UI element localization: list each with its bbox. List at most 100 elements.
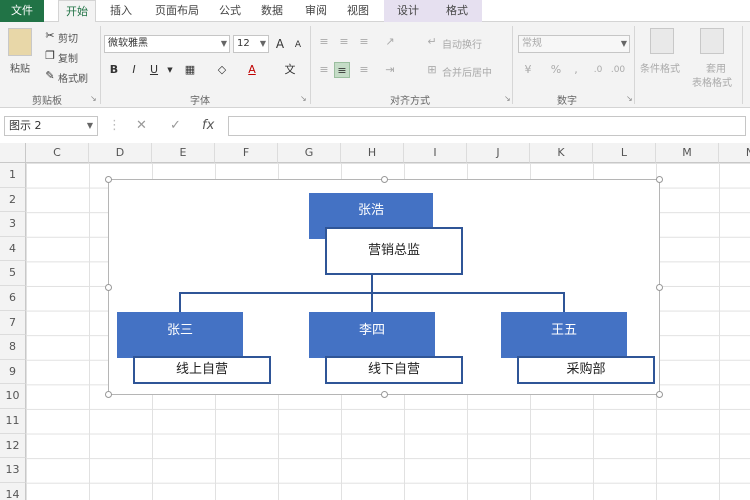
column-header[interactable]: C — [26, 143, 89, 163]
borders-icon[interactable]: ▦ — [182, 62, 198, 78]
paste-icon[interactable] — [8, 28, 32, 56]
orientation-icon[interactable]: ↗ — [382, 34, 398, 50]
column-header[interactable]: G — [278, 143, 341, 163]
tab-review[interactable]: 审阅 — [298, 0, 334, 22]
row-header[interactable]: 12 — [0, 433, 26, 459]
increase-decimal-icon[interactable]: .0 — [590, 62, 606, 78]
copy-button[interactable]: 复制 — [58, 50, 78, 65]
resize-handle[interactable] — [381, 176, 388, 183]
column-header[interactable]: D — [89, 143, 152, 163]
column-header[interactable]: K — [530, 143, 593, 163]
tab-home[interactable]: 开始 — [58, 0, 96, 23]
column-header[interactable]: E — [152, 143, 215, 163]
resize-handle[interactable] — [656, 391, 663, 398]
cut-icon[interactable]: ✂ — [42, 28, 58, 44]
resize-handle[interactable] — [656, 176, 663, 183]
cut-button[interactable]: 剪切 — [58, 30, 78, 45]
tab-design[interactable]: 设计 — [384, 0, 432, 22]
row-header[interactable]: 13 — [0, 458, 26, 483]
org-node-child-title[interactable]: 线下自营 — [325, 356, 463, 384]
resize-handle[interactable] — [656, 284, 663, 291]
number-launcher-icon[interactable]: ↘ — [626, 94, 633, 103]
align-bottom-icon[interactable]: ≡ — [356, 34, 372, 50]
font-color-button[interactable]: A — [244, 62, 260, 78]
align-right-icon[interactable]: ≡ — [356, 62, 372, 78]
row-header[interactable]: 9 — [0, 359, 26, 385]
resize-handle[interactable] — [105, 176, 112, 183]
align-left-icon[interactable]: ≡ — [316, 62, 332, 78]
chevron-down-icon[interactable]: ▼ — [162, 62, 178, 78]
column-header[interactable]: F — [215, 143, 278, 163]
select-all-corner[interactable] — [0, 143, 26, 163]
font-name-combo[interactable]: 微软雅黑 ▼ — [104, 35, 230, 53]
fill-color-icon[interactable]: ◇ — [214, 62, 230, 78]
column-header[interactable]: H — [341, 143, 404, 163]
comma-button[interactable]: , — [568, 62, 584, 78]
shrink-font-button[interactable]: A — [290, 37, 306, 53]
column-header[interactable]: N — [719, 143, 750, 163]
bold-button[interactable]: B — [106, 62, 122, 78]
row-header[interactable]: 11 — [0, 409, 26, 434]
format-as-table-label-2[interactable]: 表格格式 — [692, 74, 732, 89]
org-node-child[interactable]: 李四 — [309, 312, 435, 358]
row-header[interactable]: 5 — [0, 261, 26, 286]
row-header[interactable]: 8 — [0, 335, 26, 360]
row-header[interactable]: 2 — [0, 187, 26, 213]
column-header[interactable]: M — [656, 143, 719, 163]
row-header[interactable]: 3 — [0, 212, 26, 237]
tab-formulas[interactable]: 公式 — [212, 0, 248, 22]
alignment-launcher-icon[interactable]: ↘ — [504, 94, 511, 103]
tab-view[interactable]: 视图 — [340, 0, 376, 22]
format-painter-icon[interactable]: ✎ — [42, 68, 58, 84]
row-header[interactable]: 6 — [0, 286, 26, 311]
wrap-text-button[interactable]: 自动换行 — [442, 36, 482, 51]
currency-icon[interactable]: ¥ — [520, 62, 536, 78]
enter-icon[interactable]: ✓ — [170, 116, 181, 136]
decrease-decimal-icon[interactable]: .00 — [610, 62, 626, 78]
grow-font-button[interactable]: A — [272, 36, 288, 52]
merge-center-icon[interactable]: ⊞ — [424, 62, 440, 78]
org-node-child[interactable]: 王五 — [501, 312, 627, 358]
resize-handle[interactable] — [381, 391, 388, 398]
resize-handle[interactable] — [105, 284, 112, 291]
cancel-icon[interactable]: ✕ — [136, 116, 147, 136]
tab-data[interactable]: 数据 — [254, 0, 290, 22]
org-node-top-title[interactable]: 营销总监 — [325, 227, 463, 275]
merge-center-button[interactable]: 合并后居中 — [442, 64, 492, 79]
number-format-combo[interactable]: 常规 ▼ — [518, 35, 630, 53]
column-header[interactable]: J — [467, 143, 530, 163]
format-painter-button[interactable]: 格式刷 — [58, 70, 88, 85]
tab-format[interactable]: 格式 — [432, 0, 482, 22]
align-middle-icon[interactable]: ≡ — [336, 34, 352, 50]
clipboard-launcher-icon[interactable]: ↘ — [90, 94, 97, 103]
org-node-child-title[interactable]: 采购部 — [517, 356, 655, 384]
percent-button[interactable]: % — [548, 62, 564, 78]
column-header[interactable]: L — [593, 143, 656, 163]
smartart-org-chart[interactable]: 张浩 营销总监 张三 线上自营 李四 线下自营 王五 采购部 — [105, 176, 663, 398]
row-header[interactable]: 1 — [0, 163, 26, 188]
name-box[interactable]: 图示 2 ▼ — [4, 116, 98, 136]
font-size-combo[interactable]: 12 ▼ — [233, 35, 269, 53]
conditional-formatting-icon[interactable] — [650, 28, 674, 54]
insert-function-button[interactable]: fx — [202, 116, 214, 136]
column-header[interactable]: I — [404, 143, 467, 163]
row-header[interactable]: 14 — [0, 482, 26, 500]
org-node-child-title[interactable]: 线上自营 — [133, 356, 271, 384]
align-center-icon[interactable]: ≡ — [334, 62, 350, 78]
tab-page-layout[interactable]: 页面布局 — [146, 0, 208, 22]
tab-insert[interactable]: 插入 — [104, 0, 138, 22]
format-as-table-icon[interactable] — [700, 28, 724, 54]
paste-button[interactable]: 粘贴 — [10, 60, 30, 75]
format-as-table-label-1[interactable]: 套用 — [706, 60, 726, 75]
font-launcher-icon[interactable]: ↘ — [300, 94, 307, 103]
row-header[interactable]: 7 — [0, 310, 26, 336]
wrap-text-icon[interactable]: ↵ — [424, 34, 440, 50]
formula-input[interactable] — [228, 116, 746, 136]
indent-icon[interactable]: ⇥ — [382, 62, 398, 78]
row-header[interactable]: 4 — [0, 236, 26, 262]
tab-file[interactable]: 文件 — [0, 0, 44, 22]
resize-handle[interactable] — [105, 391, 112, 398]
italic-button[interactable]: I — [126, 62, 142, 78]
align-top-icon[interactable]: ≡ — [316, 34, 332, 50]
row-header[interactable]: 10 — [0, 384, 26, 409]
